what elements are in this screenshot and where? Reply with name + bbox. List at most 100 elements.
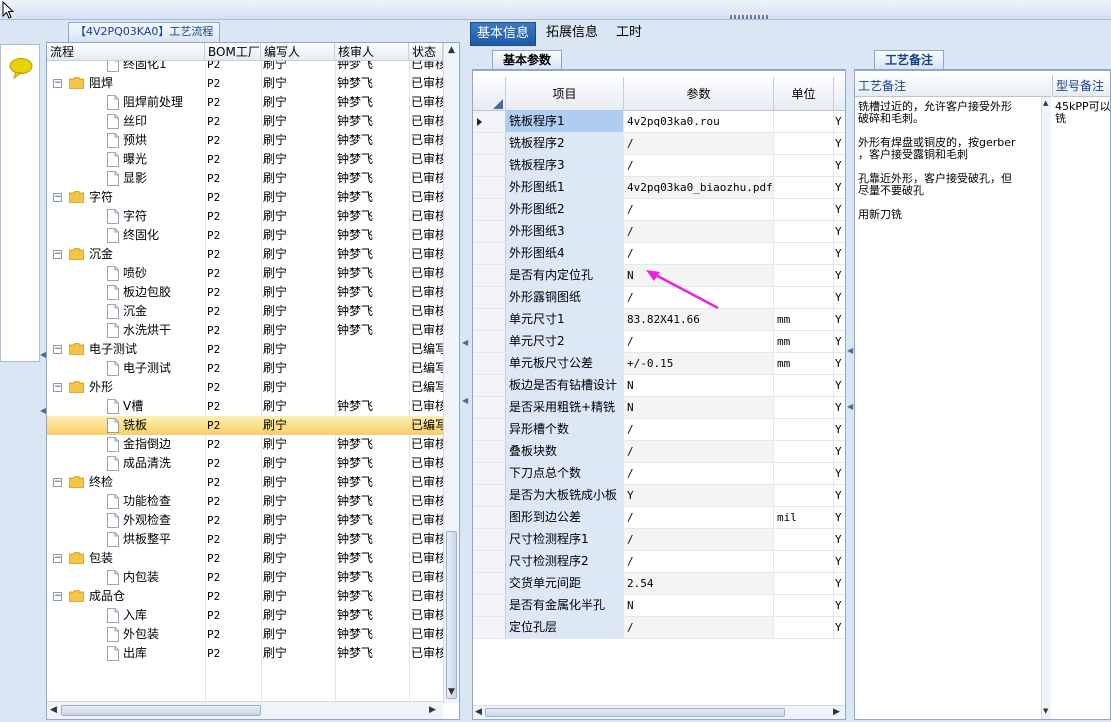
param-value-cell[interactable]: N (624, 375, 774, 396)
tree-item-row[interactable]: 内包装 P2 刷宁 钟梦飞 已审核 (47, 568, 443, 587)
unit-cell[interactable] (774, 111, 834, 132)
unit-cell[interactable] (774, 463, 834, 484)
tree-folder-row[interactable]: − 字符 P2 刷宁 钟梦飞 已审核 (47, 188, 443, 207)
tree-item-row[interactable]: 板边包胶 P2 刷宁 钟梦飞 已审核 (47, 283, 443, 302)
column-header-item[interactable]: 项目 (506, 77, 624, 111)
unit-cell[interactable]: mm (774, 353, 834, 374)
row-indicator[interactable] (473, 155, 506, 176)
row-indicator[interactable] (473, 595, 506, 616)
grid-row[interactable]: 尺寸检测程序1/ Y (473, 529, 845, 551)
flag-cell[interactable]: Y (834, 463, 845, 484)
collapse-toggle-icon[interactable]: − (53, 250, 62, 259)
scroll-thumb[interactable] (61, 705, 261, 716)
param-value-cell[interactable]: / (624, 221, 774, 242)
param-value-cell[interactable]: / (624, 463, 774, 484)
unit-cell[interactable] (774, 617, 834, 638)
collapse-toggle-icon[interactable]: − (53, 79, 62, 88)
flag-cell[interactable]: Y (834, 265, 845, 286)
unit-cell[interactable] (774, 551, 834, 572)
model-notes-text[interactable]: 45kPP可以铣 (1055, 101, 1110, 125)
flag-cell[interactable]: Y (834, 177, 845, 198)
flag-cell[interactable]: Y (834, 287, 845, 308)
unit-cell[interactable] (774, 199, 834, 220)
param-value-cell[interactable]: 2.54 (624, 573, 774, 594)
tree-item-row[interactable]: 外包装 P2 刷宁 钟梦飞 已审核 (47, 625, 443, 644)
grid-row[interactable]: 外形图纸1 4v2pq03ka0_biaozhu.pdf Y (473, 177, 845, 199)
collapse-icon[interactable]: ◀ (462, 396, 468, 405)
row-indicator[interactable] (473, 265, 506, 286)
flag-cell[interactable]: Y (834, 507, 845, 528)
row-indicator[interactable] (473, 375, 506, 396)
tree-item-row[interactable]: 铣板 P2 刷宁 已编写 (47, 416, 443, 435)
scroll-up-icon[interactable]: ▲ (448, 45, 455, 55)
unit-cell[interactable] (774, 419, 834, 440)
flag-cell[interactable]: Y (834, 595, 845, 616)
row-indicator[interactable] (473, 397, 506, 418)
tree-item-row[interactable]: 电子测试 P2 刷宁 已编写 (47, 359, 443, 378)
unit-cell[interactable] (774, 595, 834, 616)
tab-work-hours[interactable]: 工时 (610, 22, 648, 46)
unit-cell[interactable] (774, 529, 834, 550)
tree-item-row[interactable]: 烘板整平 P2 刷宁 钟梦飞 已审核 (47, 530, 443, 549)
scroll-left-icon[interactable]: ◀ (50, 705, 57, 715)
grid-row[interactable]: 是否有金属化半孔 N Y (473, 595, 845, 617)
param-value-cell[interactable]: / (624, 617, 774, 638)
param-value-cell[interactable]: / (624, 155, 774, 176)
flag-cell[interactable]: Y (834, 331, 845, 352)
collapse-toggle-icon[interactable]: − (53, 383, 62, 392)
tree-item-row[interactable]: 喷砂 P2 刷宁 钟梦飞 已审核 (47, 264, 443, 283)
collapse-icon[interactable]: ◀ (462, 338, 468, 347)
notes-scrollbar[interactable]: ▲ ▼ (1041, 97, 1051, 719)
tree-item-row[interactable]: 终固化 P2 刷宁 钟梦飞 已审核 (47, 226, 443, 245)
row-indicator[interactable] (473, 221, 506, 242)
tree-folder-row[interactable]: − 外形 P2 刷宁 已编写 (47, 378, 443, 397)
tree-item-row[interactable]: 预烘 P2 刷宁 钟梦飞 已审核 (47, 131, 443, 150)
param-value-cell[interactable]: 4v2pq03ka0.rou (624, 111, 774, 132)
row-indicator[interactable] (473, 419, 506, 440)
flag-cell[interactable]: Y (834, 441, 845, 462)
tree-item-row[interactable]: 水洗烘干 P2 刷宁 钟梦飞 已审核 (47, 321, 443, 340)
unit-cell[interactable] (774, 133, 834, 154)
grid-row[interactable]: 单元尺寸2/mm Y (473, 331, 845, 353)
param-value-cell[interactable]: 83.82X41.66 (624, 309, 774, 330)
param-value-cell[interactable]: +/-0.15 (624, 353, 774, 374)
scroll-thumb[interactable] (485, 708, 785, 717)
scroll-thumb[interactable] (446, 531, 457, 699)
tree-folder-row[interactable]: − 包装 P2 刷宁 钟梦飞 已审核 (47, 549, 443, 568)
grid-row[interactable]: 铣板程序1 4v2pq03ka0.rou Y (473, 111, 845, 133)
tree-item-row[interactable]: 出库 P2 刷宁 钟梦飞 已审核 (47, 644, 443, 663)
row-indicator[interactable] (473, 353, 506, 374)
chat-bubble-icon[interactable] (8, 57, 34, 79)
craft-notes-text[interactable]: 铣槽过近的，允许客户接受外形 破碎和毛刺。 外形有焊盘或铜皮的，按gerber … (858, 101, 1040, 221)
tree-item-row[interactable]: 终固化1 P2 刷宁 钟梦飞 已审核 (47, 61, 443, 74)
row-indicator[interactable] (473, 529, 506, 550)
row-indicator[interactable] (473, 331, 506, 352)
tree-item-row[interactable]: 阻焊前处理 P2 刷宁 钟梦飞 已审核 (47, 93, 443, 112)
scroll-down-icon[interactable]: ▼ (448, 687, 455, 697)
unit-cell[interactable] (774, 155, 834, 176)
grid-row[interactable]: 铣板程序3/ Y (473, 155, 845, 177)
grid-row[interactable]: 交货单元间距 2.54 Y (473, 573, 845, 595)
row-indicator[interactable] (473, 111, 506, 132)
row-indicator[interactable] (473, 463, 506, 484)
row-indicator[interactable] (473, 507, 506, 528)
tab-basic-info[interactable]: 基本信息 (470, 22, 537, 46)
row-indicator[interactable] (473, 309, 506, 330)
flag-cell[interactable]: Y (834, 221, 845, 242)
middle-splitter[interactable]: ◀ ◀ (460, 22, 470, 720)
tree-item-row[interactable]: 字符 P2 刷宁 钟梦飞 已审核 (47, 207, 443, 226)
flag-cell[interactable]: Y (834, 529, 845, 550)
param-value-cell[interactable]: N (624, 397, 774, 418)
param-value-cell[interactable]: / (624, 529, 774, 550)
param-value-cell[interactable]: / (624, 331, 774, 352)
param-value-cell[interactable]: 4v2pq03ka0_biaozhu.pdf (624, 177, 774, 198)
flag-cell[interactable]: Y (834, 573, 845, 594)
grid-row[interactable]: 叠板块数 / Y (473, 441, 845, 463)
unit-cell[interactable] (774, 573, 834, 594)
collapse-toggle-icon[interactable]: − (53, 554, 62, 563)
collapse-toggle-icon[interactable]: − (53, 193, 62, 202)
grid-row[interactable]: 外形图纸2/ Y (473, 199, 845, 221)
column-header-reviewer[interactable]: 核审人 (335, 43, 409, 61)
unit-cell[interactable] (774, 287, 834, 308)
column-header-writer[interactable]: 编写人 (261, 43, 335, 61)
